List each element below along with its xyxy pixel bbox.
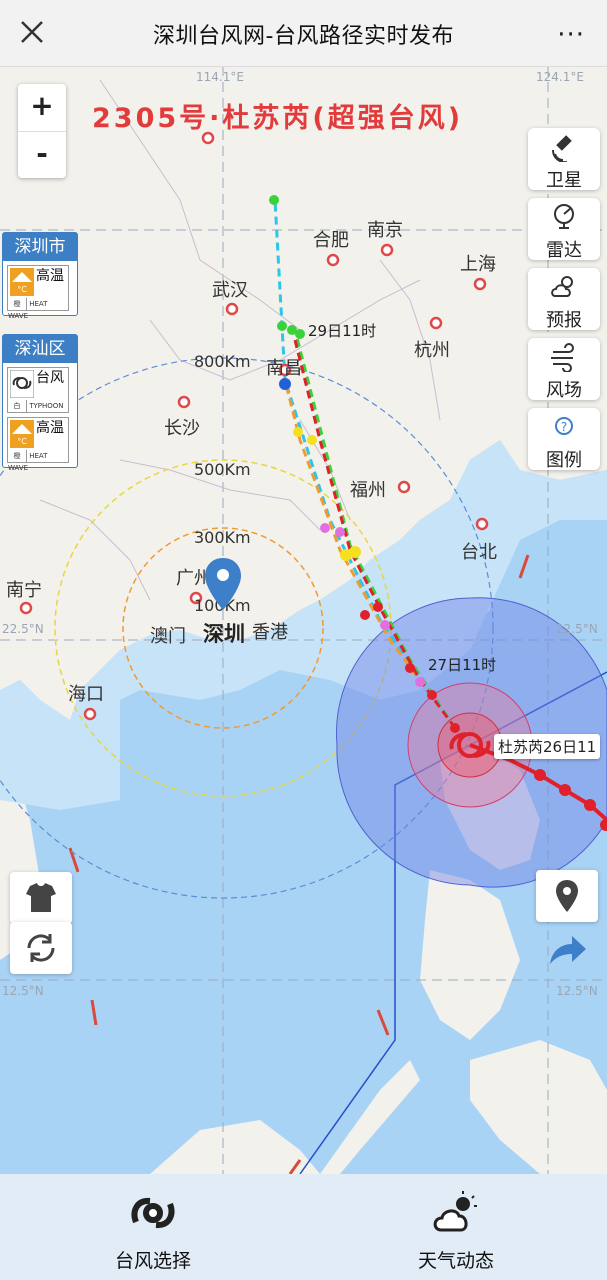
city-nanchang: 南昌 xyxy=(266,358,302,379)
typhoon-warning-icon[interactable]: 台风 白 TYPHOON xyxy=(7,367,69,413)
city-wuhan: 武汉 xyxy=(212,280,248,301)
forecast-label-29: 29日11时 xyxy=(308,322,377,340)
page-title: 深圳台风网-台风路径实时发布 xyxy=(153,24,454,49)
lat-label-22-right: 22.5°N xyxy=(556,622,598,636)
lon-label-114: 114.1°E xyxy=(196,70,244,84)
alert-en: TYPHOON xyxy=(29,402,64,410)
zoom-out-button[interactable]: - xyxy=(18,132,66,179)
share-arrow-icon xyxy=(550,936,586,964)
city-taibei: 台北 xyxy=(461,542,497,563)
heatwave-warning-icon[interactable]: °C 高温 橙 HEAT WAVE xyxy=(7,265,69,320)
typhoon-icon xyxy=(131,1197,175,1229)
city-hongkong: 香港 xyxy=(252,622,288,643)
zoom-in-button[interactable]: + xyxy=(18,84,66,132)
ring-label-500: 500Km xyxy=(194,460,251,479)
city-shenzhen: 深圳 xyxy=(203,622,245,646)
weather-dynamics-button[interactable]: 天气动态 xyxy=(410,1188,502,1273)
location-icon xyxy=(556,880,578,912)
clothing-button[interactable] xyxy=(10,872,72,924)
map-canvas xyxy=(0,66,607,1174)
current-position-label[interactable]: 杜苏芮26日11 xyxy=(494,734,601,759)
city-fuzhou: 福州 xyxy=(350,480,386,501)
city-nanjing: 南京 xyxy=(367,220,403,241)
forecast-icon xyxy=(551,276,573,297)
alert-level: 橙 xyxy=(8,450,27,462)
thermometer-icon: °C xyxy=(10,420,34,448)
radar-label: 雷达 xyxy=(546,240,582,261)
lat-label-12-right: 12.5°N xyxy=(556,984,598,998)
lon-label-124: 124.1°E xyxy=(536,70,584,84)
alert-panel-header: 深圳市 xyxy=(3,233,77,261)
alert-level: 白 xyxy=(8,400,27,412)
city-changsha: 长沙 xyxy=(164,418,200,439)
location-pin-icon[interactable] xyxy=(203,556,243,614)
satellite-button[interactable]: 卫星 xyxy=(528,128,600,191)
land-visayas xyxy=(420,870,520,1040)
radar-button[interactable]: 雷达 xyxy=(528,198,600,261)
zoom-control: + - xyxy=(18,84,66,178)
top-bar: 深圳台风网-台风路径实时发布 ··· xyxy=(0,0,607,67)
storm-title: 2305号·杜苏芮(超强台风) xyxy=(92,103,464,134)
land-mindanao xyxy=(470,1040,607,1174)
alert-text: 台风 xyxy=(36,370,64,386)
weather-dynamics-label: 天气动态 xyxy=(417,1250,494,1272)
tshirt-icon xyxy=(26,883,56,912)
weather-icon xyxy=(433,1191,477,1232)
lat-label-12-left: 12.5°N xyxy=(2,984,44,998)
legend-label: 图例 xyxy=(546,450,582,471)
bottom-bar: 台风选择 天气动态 xyxy=(0,1174,607,1280)
close-icon[interactable] xyxy=(18,14,46,50)
wind-field-label: 风场 xyxy=(546,380,582,401)
locate-button[interactable] xyxy=(536,870,598,922)
legend-icon: ? xyxy=(555,417,573,435)
alert-level: 橙 xyxy=(8,298,27,310)
thermometer-icon: °C xyxy=(10,268,34,296)
forecast-label-27: 27日11时 xyxy=(428,656,497,674)
typhoon-icon xyxy=(10,370,34,398)
refresh-icon xyxy=(27,934,55,962)
ring-label-800: 800Km xyxy=(194,352,251,371)
map-view[interactable]: 114.1°E 124.1°E 22.5°N 22.5°N 12.5°N 12.… xyxy=(0,66,607,1174)
wind-field-button[interactable]: 风场 xyxy=(528,338,600,401)
forecast-button[interactable]: 预报 xyxy=(528,268,600,331)
city-haikou: 海口 xyxy=(68,684,104,705)
city-hefei: 合肥 xyxy=(313,230,349,251)
city-macau: 澳门 xyxy=(150,626,186,647)
ring-label-300: 300Km xyxy=(194,528,251,547)
alert-text: 高温 xyxy=(36,420,64,436)
refresh-button[interactable] xyxy=(10,922,72,974)
wind-icon xyxy=(551,343,574,373)
more-menu-icon[interactable]: ··· xyxy=(557,20,585,50)
city-hangzhou: 杭州 xyxy=(414,340,450,361)
alert-panel-shenshan[interactable]: 深汕区 台风 白 TYPHOON °C 高温 橙 HEAT WAVE xyxy=(2,334,78,472)
legend-button[interactable]: ? 图例 xyxy=(528,408,600,471)
satellite-icon xyxy=(551,135,572,164)
svg-text:?: ? xyxy=(561,420,567,434)
forecast-label: 预报 xyxy=(546,310,582,331)
typhoon-select-label: 台风选择 xyxy=(114,1250,191,1272)
radar-icon xyxy=(554,204,574,229)
typhoon-select-button[interactable]: 台风选择 xyxy=(108,1188,198,1273)
city-nanning: 南宁 xyxy=(6,580,42,601)
share-button[interactable] xyxy=(536,924,598,976)
satellite-label: 卫星 xyxy=(546,170,582,191)
svg-text:°C: °C xyxy=(17,437,27,446)
alert-text: 高温 xyxy=(36,268,64,284)
land-palawan xyxy=(320,1060,420,1174)
heatwave-warning-icon[interactable]: °C 高温 橙 HEAT WAVE xyxy=(7,417,69,472)
lat-label-22-left: 22.5°N xyxy=(2,622,44,636)
city-shanghai: 上海 xyxy=(460,254,496,275)
alert-panel-header: 深汕区 xyxy=(3,335,77,363)
alert-panel-shenzhen[interactable]: 深圳市 °C 高温 橙 HEAT WAVE xyxy=(2,232,78,320)
svg-text:°C: °C xyxy=(17,285,27,294)
